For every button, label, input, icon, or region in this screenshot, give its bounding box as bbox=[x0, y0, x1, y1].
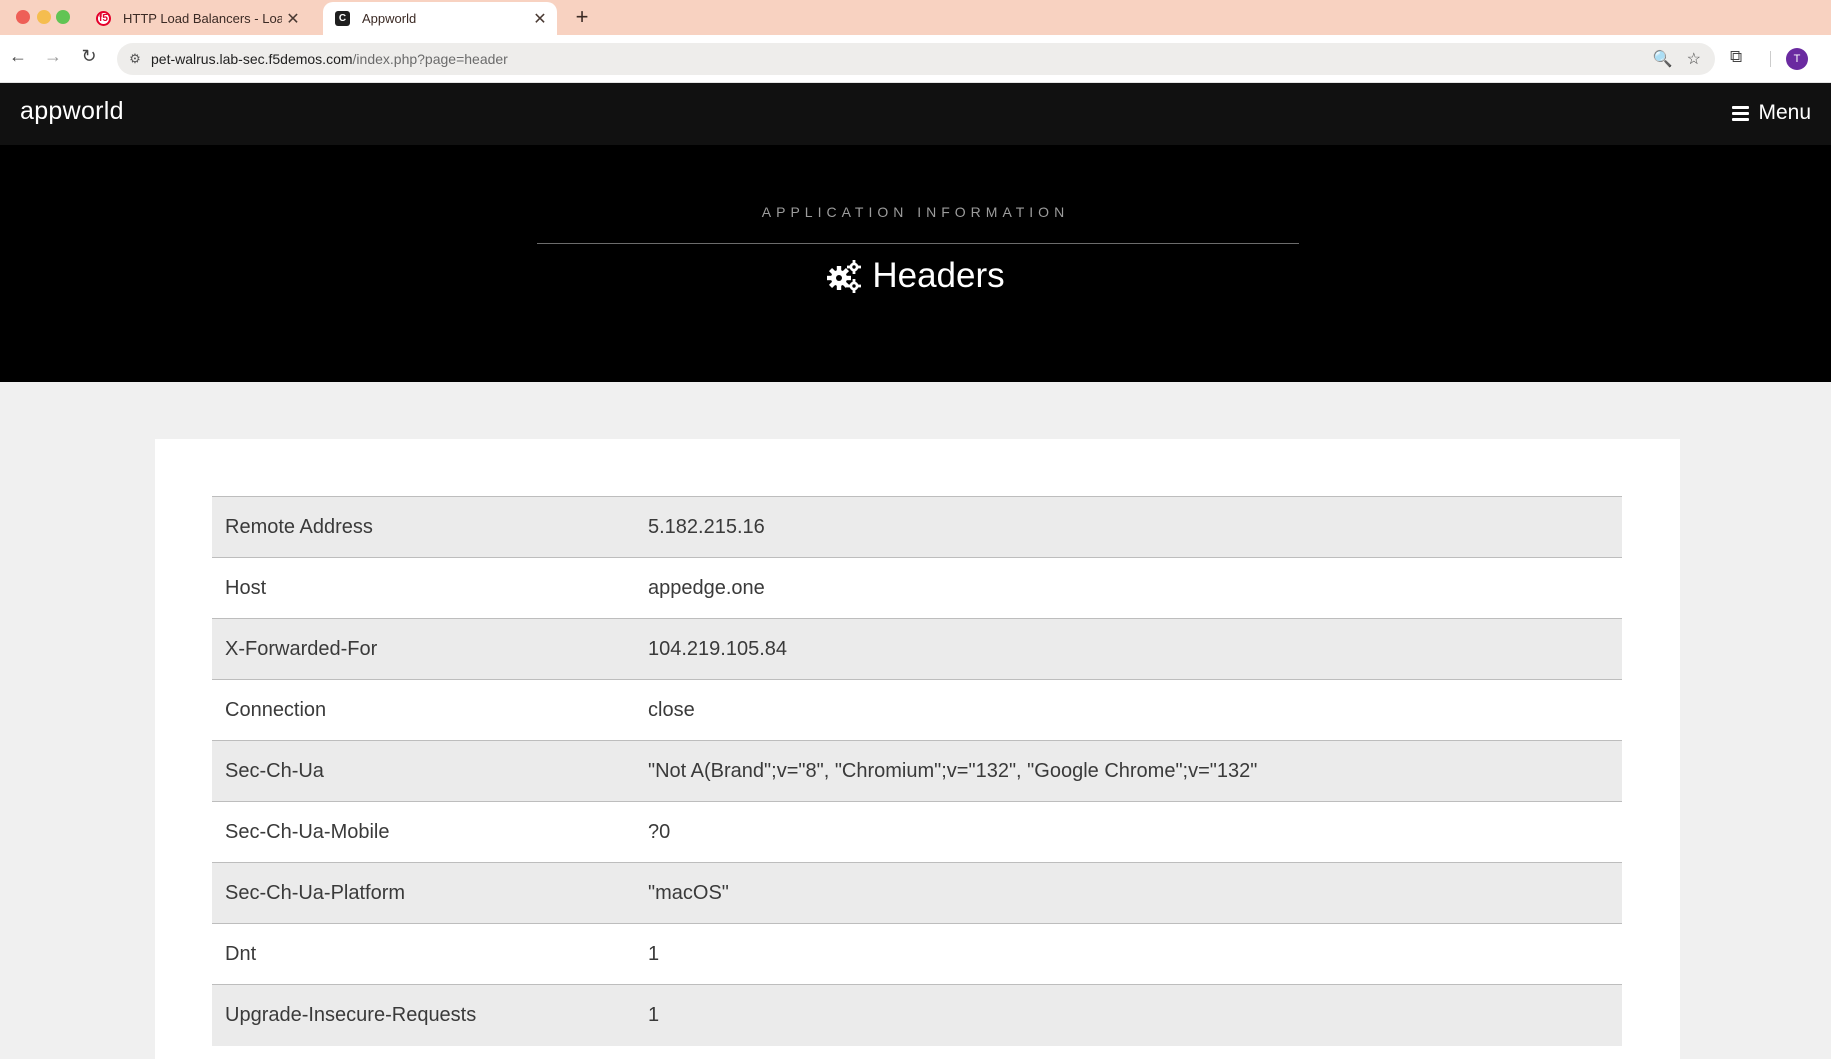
header-name: Sec-Ch-Ua-Platform bbox=[212, 862, 648, 924]
maximize-window-button[interactable] bbox=[56, 10, 70, 24]
f5-icon: f5 bbox=[96, 11, 111, 26]
reload-icon[interactable]: ↻ bbox=[76, 46, 102, 67]
forward-icon[interactable]: → bbox=[40, 46, 66, 67]
header-name: Connection bbox=[212, 679, 648, 741]
header-value: close bbox=[648, 679, 1622, 741]
header-value: 1 bbox=[648, 984, 1622, 1046]
hero-divider bbox=[537, 243, 1299, 244]
browser-toolbar: ← → ↻ ⚙ pet-walrus.lab-sec.f5demos.com/i… bbox=[0, 35, 1831, 83]
table-row: Connection close bbox=[212, 679, 1622, 741]
header-value: appedge.one bbox=[648, 557, 1622, 619]
table-row: Sec-Ch-Ua "Not A(Brand";v="8", "Chromium"… bbox=[212, 740, 1622, 802]
zoom-icon[interactable]: 🔍 bbox=[1653, 49, 1673, 69]
header-name: Dnt bbox=[212, 923, 648, 985]
hamburger-icon bbox=[1732, 105, 1750, 121]
header-name: X-Forwarded-For bbox=[212, 618, 648, 680]
gears-icon bbox=[827, 260, 862, 293]
back-icon[interactable]: ← bbox=[5, 46, 31, 67]
appworld-icon: C bbox=[335, 11, 350, 26]
profile-avatar[interactable]: T bbox=[1786, 48, 1808, 70]
extensions-icon[interactable]: ⧉ bbox=[1730, 47, 1742, 67]
browser-tab-strip: f5 HTTP Load Balancers - Load ✕ C Appwor… bbox=[0, 0, 1831, 35]
url-path: /index.php?page=header bbox=[352, 51, 508, 67]
table-row: Sec-Ch-Ua-Platform "macOS" bbox=[212, 862, 1622, 924]
site-header: appworld Menu bbox=[0, 83, 1831, 145]
close-tab-icon[interactable]: ✕ bbox=[529, 9, 551, 29]
header-value: 1 bbox=[648, 923, 1622, 985]
tab-title: HTTP Load Balancers - Load bbox=[123, 11, 282, 26]
close-tab-icon[interactable]: ✕ bbox=[282, 9, 304, 29]
header-value: 5.182.215.16 bbox=[648, 496, 1622, 558]
header-value: 104.219.105.84 bbox=[648, 618, 1622, 680]
menu-label: Menu bbox=[1758, 101, 1811, 124]
tab-title: Appworld bbox=[362, 11, 417, 26]
header-name: Remote Address bbox=[212, 496, 648, 558]
hero-banner: APPLICATION INFORMATION Headers bbox=[0, 145, 1831, 382]
header-value: ?0 bbox=[648, 801, 1622, 863]
table-row: Dnt 1 bbox=[212, 923, 1622, 985]
url-host: pet-walrus.lab-sec.f5demos.com bbox=[151, 51, 353, 67]
header-name: Sec-Ch-Ua bbox=[212, 740, 648, 802]
header-value: "Not A(Brand";v="8", "Chromium";v="132",… bbox=[648, 740, 1622, 802]
address-bar[interactable]: ⚙ pet-walrus.lab-sec.f5demos.com/index.p… bbox=[117, 43, 1715, 75]
table-row: Sec-Ch-Ua-Mobile ?0 bbox=[212, 801, 1622, 863]
header-name: Sec-Ch-Ua-Mobile bbox=[212, 801, 648, 863]
url-text[interactable]: pet-walrus.lab-sec.f5demos.com/index.php… bbox=[151, 51, 1653, 67]
header-name: Host bbox=[212, 557, 648, 619]
header-value: "macOS" bbox=[648, 862, 1622, 924]
menu-button[interactable]: Menu bbox=[1732, 101, 1811, 125]
page-title: Headers bbox=[0, 256, 1831, 296]
table-row: X-Forwarded-For 104.219.105.84 bbox=[212, 618, 1622, 680]
table-row: Upgrade-Insecure-Requests 1 bbox=[212, 984, 1622, 1046]
site-logo[interactable]: appworld bbox=[20, 97, 124, 126]
site-info-icon[interactable]: ⚙ bbox=[125, 51, 145, 67]
headers-table: Remote Address 5.182.215.16 Host appedge.on… bbox=[212, 496, 1622, 1046]
minimize-window-button[interactable] bbox=[37, 10, 51, 24]
toolbar-divider bbox=[1770, 51, 1771, 67]
new-tab-button[interactable]: + bbox=[569, 4, 595, 30]
page-title-text: Headers bbox=[872, 256, 1005, 295]
table-row: Remote Address 5.182.215.16 bbox=[212, 496, 1622, 558]
tab-http-load-balancers[interactable]: f5 HTTP Load Balancers - Load ✕ bbox=[92, 2, 310, 35]
headers-card: Remote Address 5.182.215.16 Host appedge.on… bbox=[155, 439, 1680, 1059]
tab-appworld[interactable]: C Appworld ✕ bbox=[323, 2, 557, 35]
section-eyebrow: APPLICATION INFORMATION bbox=[761, 204, 1070, 220]
bookmark-star-icon[interactable]: ☆ bbox=[1687, 49, 1701, 69]
close-window-button[interactable] bbox=[16, 10, 30, 24]
header-name: Upgrade-Insecure-Requests bbox=[212, 984, 648, 1046]
table-row: Host appedge.one bbox=[212, 557, 1622, 619]
